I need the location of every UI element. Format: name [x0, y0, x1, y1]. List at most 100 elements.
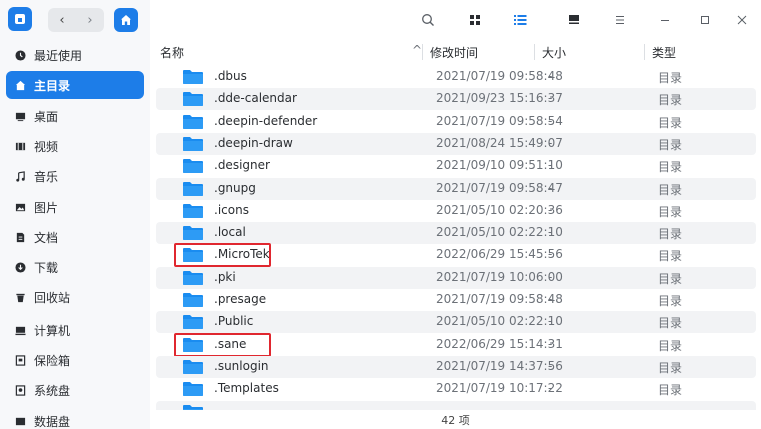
sidebar-item-9[interactable]: 回收站	[6, 283, 144, 311]
video-icon	[14, 140, 26, 152]
sidebar-item-label: 最近使用	[34, 48, 83, 63]
file-size: -	[548, 69, 553, 83]
file-manager-window: ‹ › 最近使用主目录桌面视频音乐图片 文档 下载 回收站计算机保险箱系统盘数据盘	[0, 0, 761, 429]
sidebar-item-label: 系统盘	[34, 383, 71, 398]
sidebar-item-11[interactable]: 保险箱	[6, 346, 144, 374]
file-modified-time: 2021/05/10 02:22:10	[436, 314, 563, 329]
back-arrow-icon: ‹	[59, 12, 65, 28]
file-type: 目录	[658, 271, 683, 286]
file-row[interactable]: .icons 2021/05/10 02:20:36- 目录	[156, 200, 756, 222]
file-size: -	[548, 135, 553, 150]
file-size: -	[548, 180, 553, 195]
sidebar-item-7[interactable]: 文档	[6, 223, 144, 251]
home-icon	[14, 79, 26, 91]
sidebar-item-5[interactable]: 音乐	[6, 162, 144, 190]
file-type: 目录	[658, 182, 683, 197]
file-name: .icons	[214, 202, 249, 217]
minimize-icon	[661, 20, 669, 21]
column-name-header[interactable]: 名称	[160, 44, 184, 61]
folder-icon	[182, 381, 204, 397]
file-type: 目录	[658, 383, 683, 398]
file-modified-time: 2021/07/19 09:58:54	[436, 113, 563, 128]
file-row[interactable]: .local 2021/05/10 02:22:10- 目录	[156, 222, 756, 245]
sidebar-item-12[interactable]: 系统盘	[6, 376, 144, 404]
file-row[interactable]: .pki 2021/07/19 10:06:00- 目录	[156, 266, 756, 289]
column-divider[interactable]	[422, 44, 423, 60]
sidebar-item-8[interactable]: 下载	[6, 253, 144, 281]
file-row[interactable]: .dbus 2021/07/19 09:58:48- 目录	[156, 66, 756, 88]
file-size: -	[548, 336, 553, 351]
file-modified-time: 2022/06/29 15:45:56	[436, 247, 563, 262]
sidebar-item-6[interactable]: 图片	[6, 193, 144, 221]
file-manager-app-icon	[8, 7, 32, 31]
file-row[interactable]: .gnupg 2021/07/19 09:58:47- 目录	[156, 177, 756, 200]
list-view-button[interactable]	[510, 10, 530, 30]
sidebar-item-3[interactable]: 桌面	[6, 102, 144, 130]
detail-panel-button[interactable]	[564, 10, 584, 30]
file-row[interactable]: .deepin-draw 2021/08/24 15:49:07- 目录	[156, 132, 756, 155]
minimize-button[interactable]	[655, 10, 675, 30]
file-name: .dde-calendar	[214, 91, 297, 106]
music-icon	[14, 170, 26, 182]
file-size: -	[548, 269, 553, 284]
file-modified-time: 2021/07/19 14:37:56	[436, 358, 563, 373]
column-modified-header[interactable]: 修改时间	[430, 44, 478, 61]
sidebar-item-label: 桌面	[34, 109, 59, 124]
file-row[interactable]: .dde-calendar 2021/09/23 15:16:37- 目录	[156, 88, 756, 111]
sidebar-item-1[interactable]: 最近使用	[6, 41, 144, 69]
annotation-highlight-box	[174, 332, 271, 357]
folder-icon	[182, 270, 204, 286]
file-modified-time: 2021/09/10 09:51:10	[436, 158, 563, 173]
folder-icon	[182, 181, 204, 197]
file-type: 目录	[658, 360, 683, 375]
status-bar: 42 项	[150, 410, 761, 429]
file-modified-time: 2021/05/10 02:22:10	[436, 225, 563, 240]
file-size: -	[548, 202, 553, 217]
system-disk-icon	[14, 384, 26, 396]
home-icon	[121, 15, 131, 25]
file-list[interactable]: .dbus 2021/07/19 09:58:48- 目录 .dde-calendar…	[150, 66, 761, 410]
file-type: 目录	[658, 93, 683, 108]
maximize-button[interactable]	[695, 10, 715, 30]
search-button[interactable]	[418, 10, 438, 30]
sidebar-item-10[interactable]: 计算机	[6, 316, 144, 344]
file-name: .Templates	[214, 381, 279, 396]
icon-view-button[interactable]	[465, 10, 485, 30]
column-divider[interactable]	[644, 44, 645, 60]
back-button[interactable]: ‹	[48, 8, 76, 32]
file-row[interactable]: .presage 2021/07/19 09:58:48- 目录	[156, 289, 756, 311]
sidebar-item-label: 音乐	[34, 169, 59, 184]
file-modified-time: 2021/08/24 15:49:07	[436, 135, 563, 150]
file-type: 目录	[658, 316, 683, 331]
computer-icon	[14, 324, 26, 336]
close-button[interactable]	[732, 10, 752, 30]
file-row[interactable]: .sunlogin 2021/07/19 14:37:56- 目录	[156, 355, 756, 378]
desktop-icon	[14, 110, 26, 122]
search-icon	[422, 14, 434, 26]
forward-button[interactable]: ›	[76, 8, 104, 32]
file-type: 目录	[658, 137, 683, 152]
column-type-header[interactable]: 类型	[652, 44, 676, 61]
column-divider[interactable]	[534, 44, 535, 60]
file-row[interactable]	[156, 400, 756, 410]
breadcrumb-home-button[interactable]	[114, 8, 138, 32]
sidebar-item-4[interactable]: 视频	[6, 132, 144, 160]
sidebar-item-13[interactable]: 数据盘	[6, 407, 144, 429]
sidebar: ‹ › 最近使用主目录桌面视频音乐图片 文档 下载 回收站计算机保险箱系统盘数据盘	[0, 0, 150, 429]
file-type: 目录	[658, 71, 683, 85]
sidebar-item-label: 计算机	[34, 323, 71, 338]
file-modified-time: 2021/07/19 09:58:48	[436, 69, 563, 83]
sidebar-item-2[interactable]: 主目录	[6, 71, 144, 99]
trash-icon	[14, 291, 26, 303]
data-disk-icon	[14, 415, 26, 427]
column-size-header[interactable]: 大小	[542, 44, 566, 61]
safe-icon	[14, 354, 26, 366]
file-row[interactable]: .Templates 2021/07/19 10:17:22- 目录	[156, 378, 756, 400]
annotation-highlight-box	[174, 243, 271, 268]
menu-button[interactable]	[610, 10, 630, 30]
file-row[interactable]: .designer 2021/09/10 09:51:10- 目录	[156, 155, 756, 177]
sort-ascending-icon[interactable]: ^	[412, 43, 422, 57]
document-icon	[14, 231, 26, 243]
file-row[interactable]: .deepin-defender 2021/07/19 09:58:54- 目录	[156, 111, 756, 133]
file-row[interactable]: .Public 2021/05/10 02:22:10- 目录	[156, 311, 756, 334]
